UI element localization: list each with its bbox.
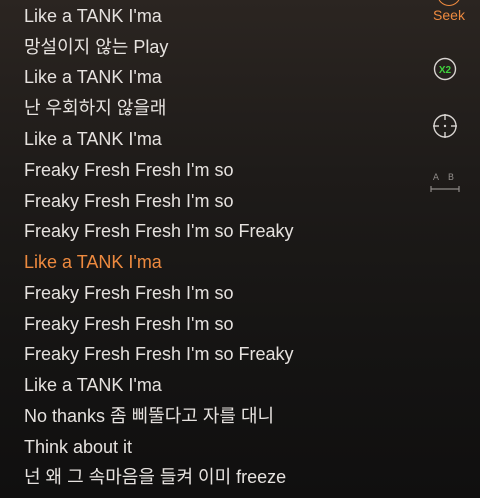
lyric-line[interactable]: Freaky Fresh Fresh I'm so bbox=[24, 186, 233, 217]
ab-label: A B bbox=[432, 173, 458, 183]
ab-repeat-button[interactable]: A B bbox=[428, 173, 462, 193]
lyric-line[interactable]: No thanks 좀 삐뚤다고 자를 대니 bbox=[24, 401, 274, 432]
lyric-line[interactable]: Think about it bbox=[24, 432, 132, 463]
lyric-line[interactable]: Freaky Fresh Fresh I'm so bbox=[24, 278, 233, 309]
lyric-line[interactable]: 망설이지 않는 Play bbox=[24, 32, 168, 63]
locate-current-button[interactable] bbox=[432, 113, 458, 139]
lyric-line-current[interactable]: Like a TANK I'ma bbox=[24, 247, 162, 278]
crosshair-icon bbox=[433, 114, 457, 138]
lyric-line[interactable]: Freaky Fresh Fresh I'm so bbox=[24, 309, 233, 340]
ab-range-icon bbox=[430, 186, 460, 192]
lyric-line[interactable]: Like a TANK I'ma bbox=[24, 370, 162, 401]
lyrics-panel[interactable]: Like a TANK I'ma 망설이지 않는 Play Like a TAN… bbox=[24, 0, 404, 498]
lyric-line[interactable]: 난 우회하지 않을래 bbox=[24, 93, 166, 124]
lyric-line[interactable]: Like a TANK I'ma bbox=[24, 124, 162, 155]
speed-label: X2 bbox=[439, 65, 452, 76]
lyric-line[interactable]: Like a TANK I'ma bbox=[24, 62, 162, 93]
lyric-line[interactable]: Freaky Fresh Fresh I'm so bbox=[24, 155, 233, 186]
lyric-line[interactable]: Freaky Fresh Fresh I'm so Freaky bbox=[24, 216, 294, 247]
speed-button[interactable]: X2 bbox=[433, 57, 457, 81]
lyric-line[interactable]: Freaky Fresh Fresh I'm so Freaky bbox=[24, 339, 294, 370]
seek-button[interactable]: Seek bbox=[420, 7, 478, 23]
lyric-line[interactable]: 넌 왜 그 속마음을 들켜 이미 freeze bbox=[24, 462, 286, 493]
lyric-line[interactable]: Like a TANK I'ma bbox=[24, 1, 162, 32]
seek-icon[interactable] bbox=[437, 0, 461, 6]
speed-x2-icon: X2 bbox=[433, 57, 457, 81]
